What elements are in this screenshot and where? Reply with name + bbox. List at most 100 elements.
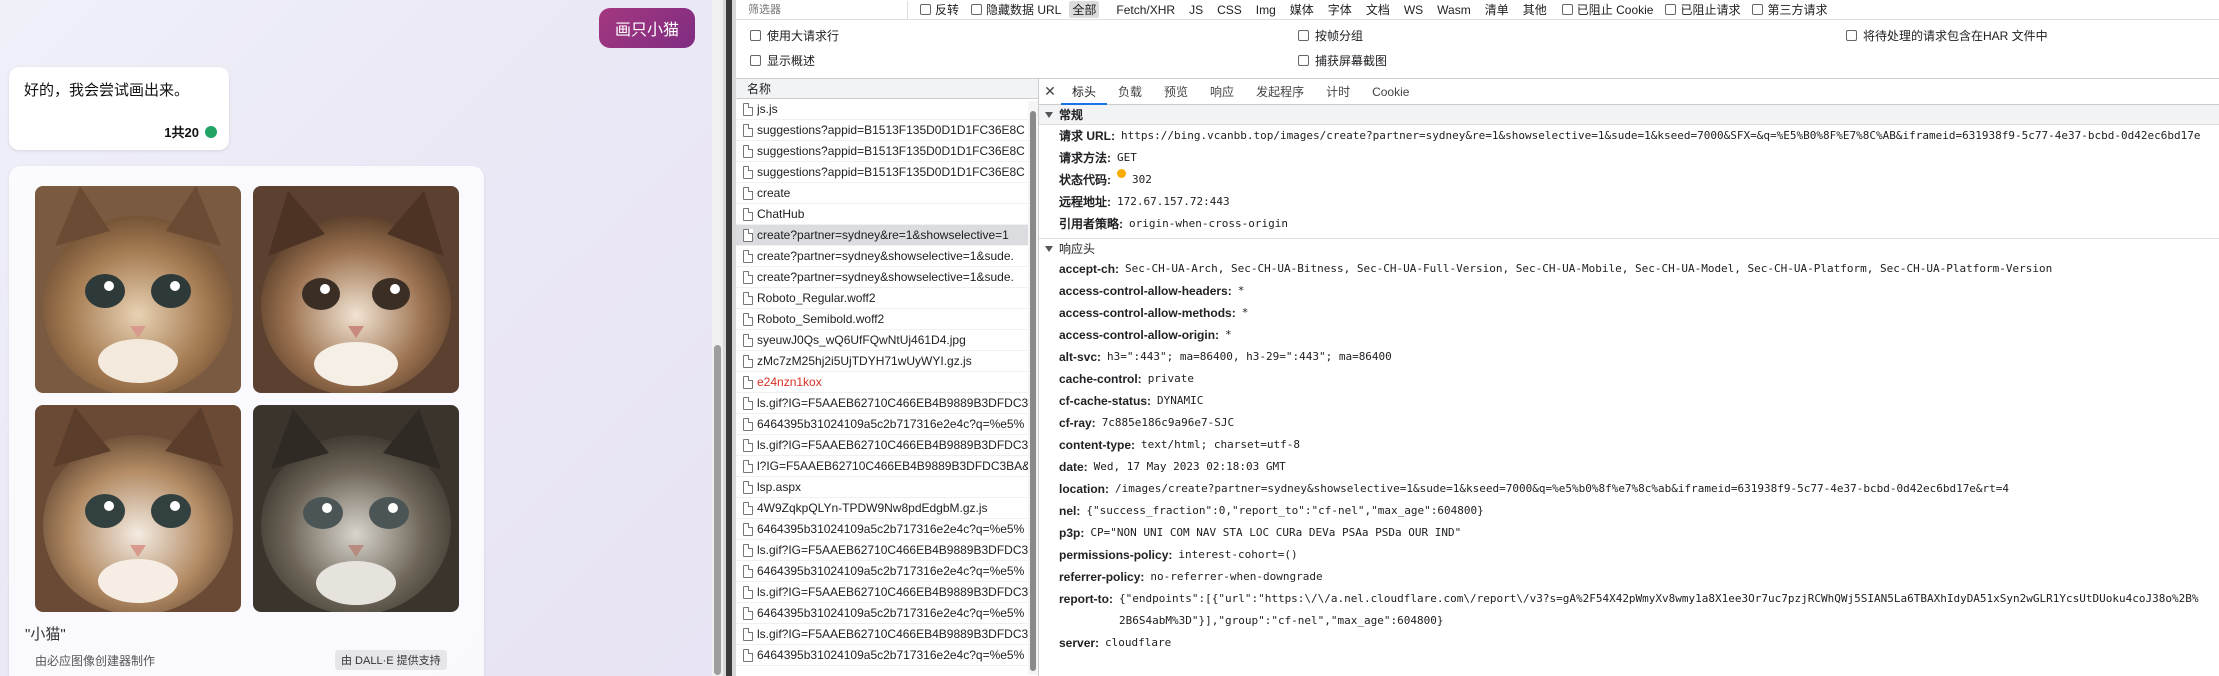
type-filter-all[interactable]: 全部 [1069, 1, 1100, 18]
request-row[interactable]: 6464395b31024109a5c2b717316e2e4c?q=%e5% [736, 645, 1038, 666]
type-filter-img[interactable]: Img [1253, 3, 1279, 17]
panel-splitter-handle[interactable] [726, 0, 732, 676]
request-row[interactable]: syeuwJ0Qs_wQ6UfFQwNtUj461D4.jpg [736, 330, 1038, 351]
header-key: accept-ch: [1059, 262, 1120, 276]
request-row[interactable]: ls.gif?IG=F5AAEB62710C466EB4B9889B3DFDC3… [736, 540, 1038, 561]
request-row[interactable]: e24nzn1kox [736, 372, 1038, 393]
request-list-scrollbar[interactable] [1028, 101, 1038, 675]
file-icon [743, 606, 753, 620]
request-name: 6464395b31024109a5c2b717316e2e4c?q=%e5% [757, 522, 1025, 536]
tab-cookies[interactable]: Cookie [1361, 79, 1420, 105]
generated-image-3[interactable] [35, 405, 241, 612]
tab-headers[interactable]: 标头 [1061, 79, 1108, 105]
header-row: cf-ray: 7c885e186c9a96e7-SJC [1039, 412, 2219, 434]
type-filter-ws[interactable]: WS [1401, 3, 1426, 17]
type-filter-media[interactable]: 媒体 [1287, 1, 1317, 18]
request-row[interactable]: js.js [736, 99, 1038, 120]
type-filter-other[interactable]: 其他 [1520, 1, 1550, 18]
request-row[interactable]: 6464395b31024109a5c2b717316e2e4c?q=%e5% [736, 414, 1038, 435]
capture-screenshots-checkbox[interactable]: 捕获屏幕截图 [1298, 52, 1387, 69]
general-section-title: 常规 [1059, 108, 1084, 122]
hide-data-url-checkbox[interactable]: 隐藏数据 URL [971, 1, 1061, 18]
large-rows-label: 使用大请求行 [767, 28, 840, 43]
type-filter-font[interactable]: 字体 [1325, 1, 1355, 18]
filter-input[interactable] [736, 0, 908, 19]
request-row[interactable]: ls.gif?IG=F5AAEB62710C466EB4B9889B3DFDC3… [736, 582, 1038, 603]
request-row[interactable]: create?partner=sydney&showselective=1&su… [736, 246, 1038, 267]
bot-message: 好的，我会尝试画出来。 1共20 [9, 67, 229, 150]
type-filter-manifest[interactable]: 清单 [1482, 1, 1512, 18]
header-value: Wed, 17 May 2023 02:18:03 GMT [1093, 460, 1286, 473]
generated-image-2[interactable] [253, 186, 459, 393]
third-party-checkbox[interactable]: 第三方请求 [1752, 1, 1828, 18]
tab-initiator[interactable]: 发起程序 [1245, 79, 1315, 105]
request-name: suggestions?appid=B1513F135D0D1D1FC36E8C [757, 144, 1025, 158]
close-icon[interactable]: ✕ [1039, 83, 1061, 100]
type-filter-fetch[interactable]: Fetch/XHR [1113, 3, 1178, 17]
large-rows-checkbox[interactable]: 使用大请求行 [750, 27, 839, 44]
request-row[interactable]: create?partner=sydney&re=1&showselective… [736, 225, 1038, 246]
type-filter-doc[interactable]: 文档 [1363, 1, 1393, 18]
request-row[interactable]: l?IG=F5AAEB62710C466EB4B9889B3DFDC3BA&. [736, 456, 1038, 477]
invert-checkbox[interactable]: 反转 [920, 1, 959, 18]
blocked-requests-checkbox[interactable]: 已阻止请求 [1665, 1, 1740, 18]
tab-payload[interactable]: 负载 [1107, 79, 1153, 105]
generated-image-1[interactable] [35, 186, 241, 393]
file-icon [743, 459, 753, 473]
header-value: no-referrer-when-downgrade [1150, 570, 1323, 583]
request-row[interactable]: 4W9ZqkpQLYn-TPDW9Nw8pdEdgbM.gz.js [736, 498, 1038, 519]
chat-scrollbar-thumb[interactable] [714, 345, 721, 675]
request-row[interactable]: ls.gif?IG=F5AAEB62710C466EB4B9889B3DFDC3… [736, 624, 1038, 645]
request-row[interactable]: create?partner=sydney&showselective=1&su… [736, 267, 1038, 288]
request-list-scrollbar-thumb[interactable] [1030, 111, 1036, 671]
file-icon [743, 207, 753, 221]
general-section-header[interactable]: 常规 [1039, 105, 2219, 125]
invert-label: 反转 [935, 3, 960, 17]
request-row[interactable]: Roboto_Semibold.woff2 [736, 309, 1038, 330]
request-name: 6464395b31024109a5c2b717316e2e4c?q=%e5% [757, 606, 1025, 620]
chat-scrollbar[interactable] [712, 0, 723, 676]
request-name: Roboto_Regular.woff2 [757, 291, 876, 305]
tab-timing[interactable]: 计时 [1315, 79, 1361, 105]
request-row[interactable]: Roboto_Regular.woff2 [736, 288, 1038, 309]
header-key: 引用者策略: [1059, 217, 1123, 231]
header-key: access-control-allow-origin: [1059, 328, 1220, 342]
tab-response[interactable]: 响应 [1199, 79, 1245, 105]
request-row[interactable]: create [736, 183, 1038, 204]
request-row[interactable]: ls.gif?IG=F5AAEB62710C466EB4B9889B3DFDC3… [736, 393, 1038, 414]
turn-counter: 1共20 [164, 122, 217, 141]
blocked-cookies-checkbox[interactable]: 已阻止 Cookie [1561, 1, 1653, 18]
request-row[interactable]: suggestions?appid=B1513F135D0D1D1FC36E8C [736, 162, 1038, 183]
file-icon [743, 249, 753, 263]
request-row[interactable]: lsp.aspx [736, 477, 1038, 498]
type-filter-wasm[interactable]: Wasm [1434, 3, 1474, 17]
checkbox-icon [750, 54, 761, 66]
request-row[interactable]: ChatHub [736, 204, 1038, 225]
checkbox-icon [920, 4, 931, 15]
generated-image-4[interactable] [253, 405, 459, 612]
response-headers-section-header[interactable]: 响应头 [1039, 238, 2219, 258]
request-row[interactable]: 6464395b31024109a5c2b717316e2e4c?q=%e5% [736, 519, 1038, 540]
file-icon [743, 291, 753, 305]
checkbox-icon [1665, 4, 1677, 15]
request-name: ls.gif?IG=F5AAEB62710C466EB4B9889B3DFDC3… [757, 396, 1037, 410]
request-row[interactable]: suggestions?appid=B1513F135D0D1D1FC36E8C [736, 141, 1038, 162]
request-row[interactable]: ls.gif?IG=F5AAEB62710C466EB4B9889B3DFDC3… [736, 435, 1038, 456]
request-row[interactable]: 6464395b31024109a5c2b717316e2e4c?q=%e5% [736, 603, 1038, 624]
tab-preview[interactable]: 预览 [1153, 79, 1199, 105]
dalle-badge[interactable]: 由 DALL·E 提供支持 [335, 650, 447, 670]
include-har-checkbox[interactable]: 将待处理的请求包含在HAR 文件中 [1846, 27, 2048, 44]
request-name: create?partner=sydney&showselective=1&su… [757, 249, 1014, 263]
request-row[interactable]: 6464395b31024109a5c2b717316e2e4c?q=%e5% [736, 561, 1038, 582]
group-by-frame-checkbox[interactable]: 按帧分组 [1298, 27, 1363, 44]
bot-message-text: 好的，我会尝试画出来。 [24, 82, 190, 99]
type-filter-js[interactable]: JS [1186, 3, 1206, 17]
request-row[interactable]: zMc7zM25hj2i5UjTDYH71wUyWYI.gz.js [736, 351, 1038, 372]
request-row[interactable]: suggestions?appid=B1513F135D0D1D1FC36E8C [736, 120, 1038, 141]
type-filter-css[interactable]: CSS [1214, 3, 1245, 17]
request-list-header[interactable]: 名称 [736, 79, 1038, 99]
checkbox-icon [1298, 54, 1309, 66]
show-overview-checkbox[interactable]: 显示概述 [750, 52, 815, 69]
file-icon [743, 438, 753, 452]
header-value: h3=":443"; ma=86400, h3-29=":443"; ma=86… [1107, 350, 1392, 363]
